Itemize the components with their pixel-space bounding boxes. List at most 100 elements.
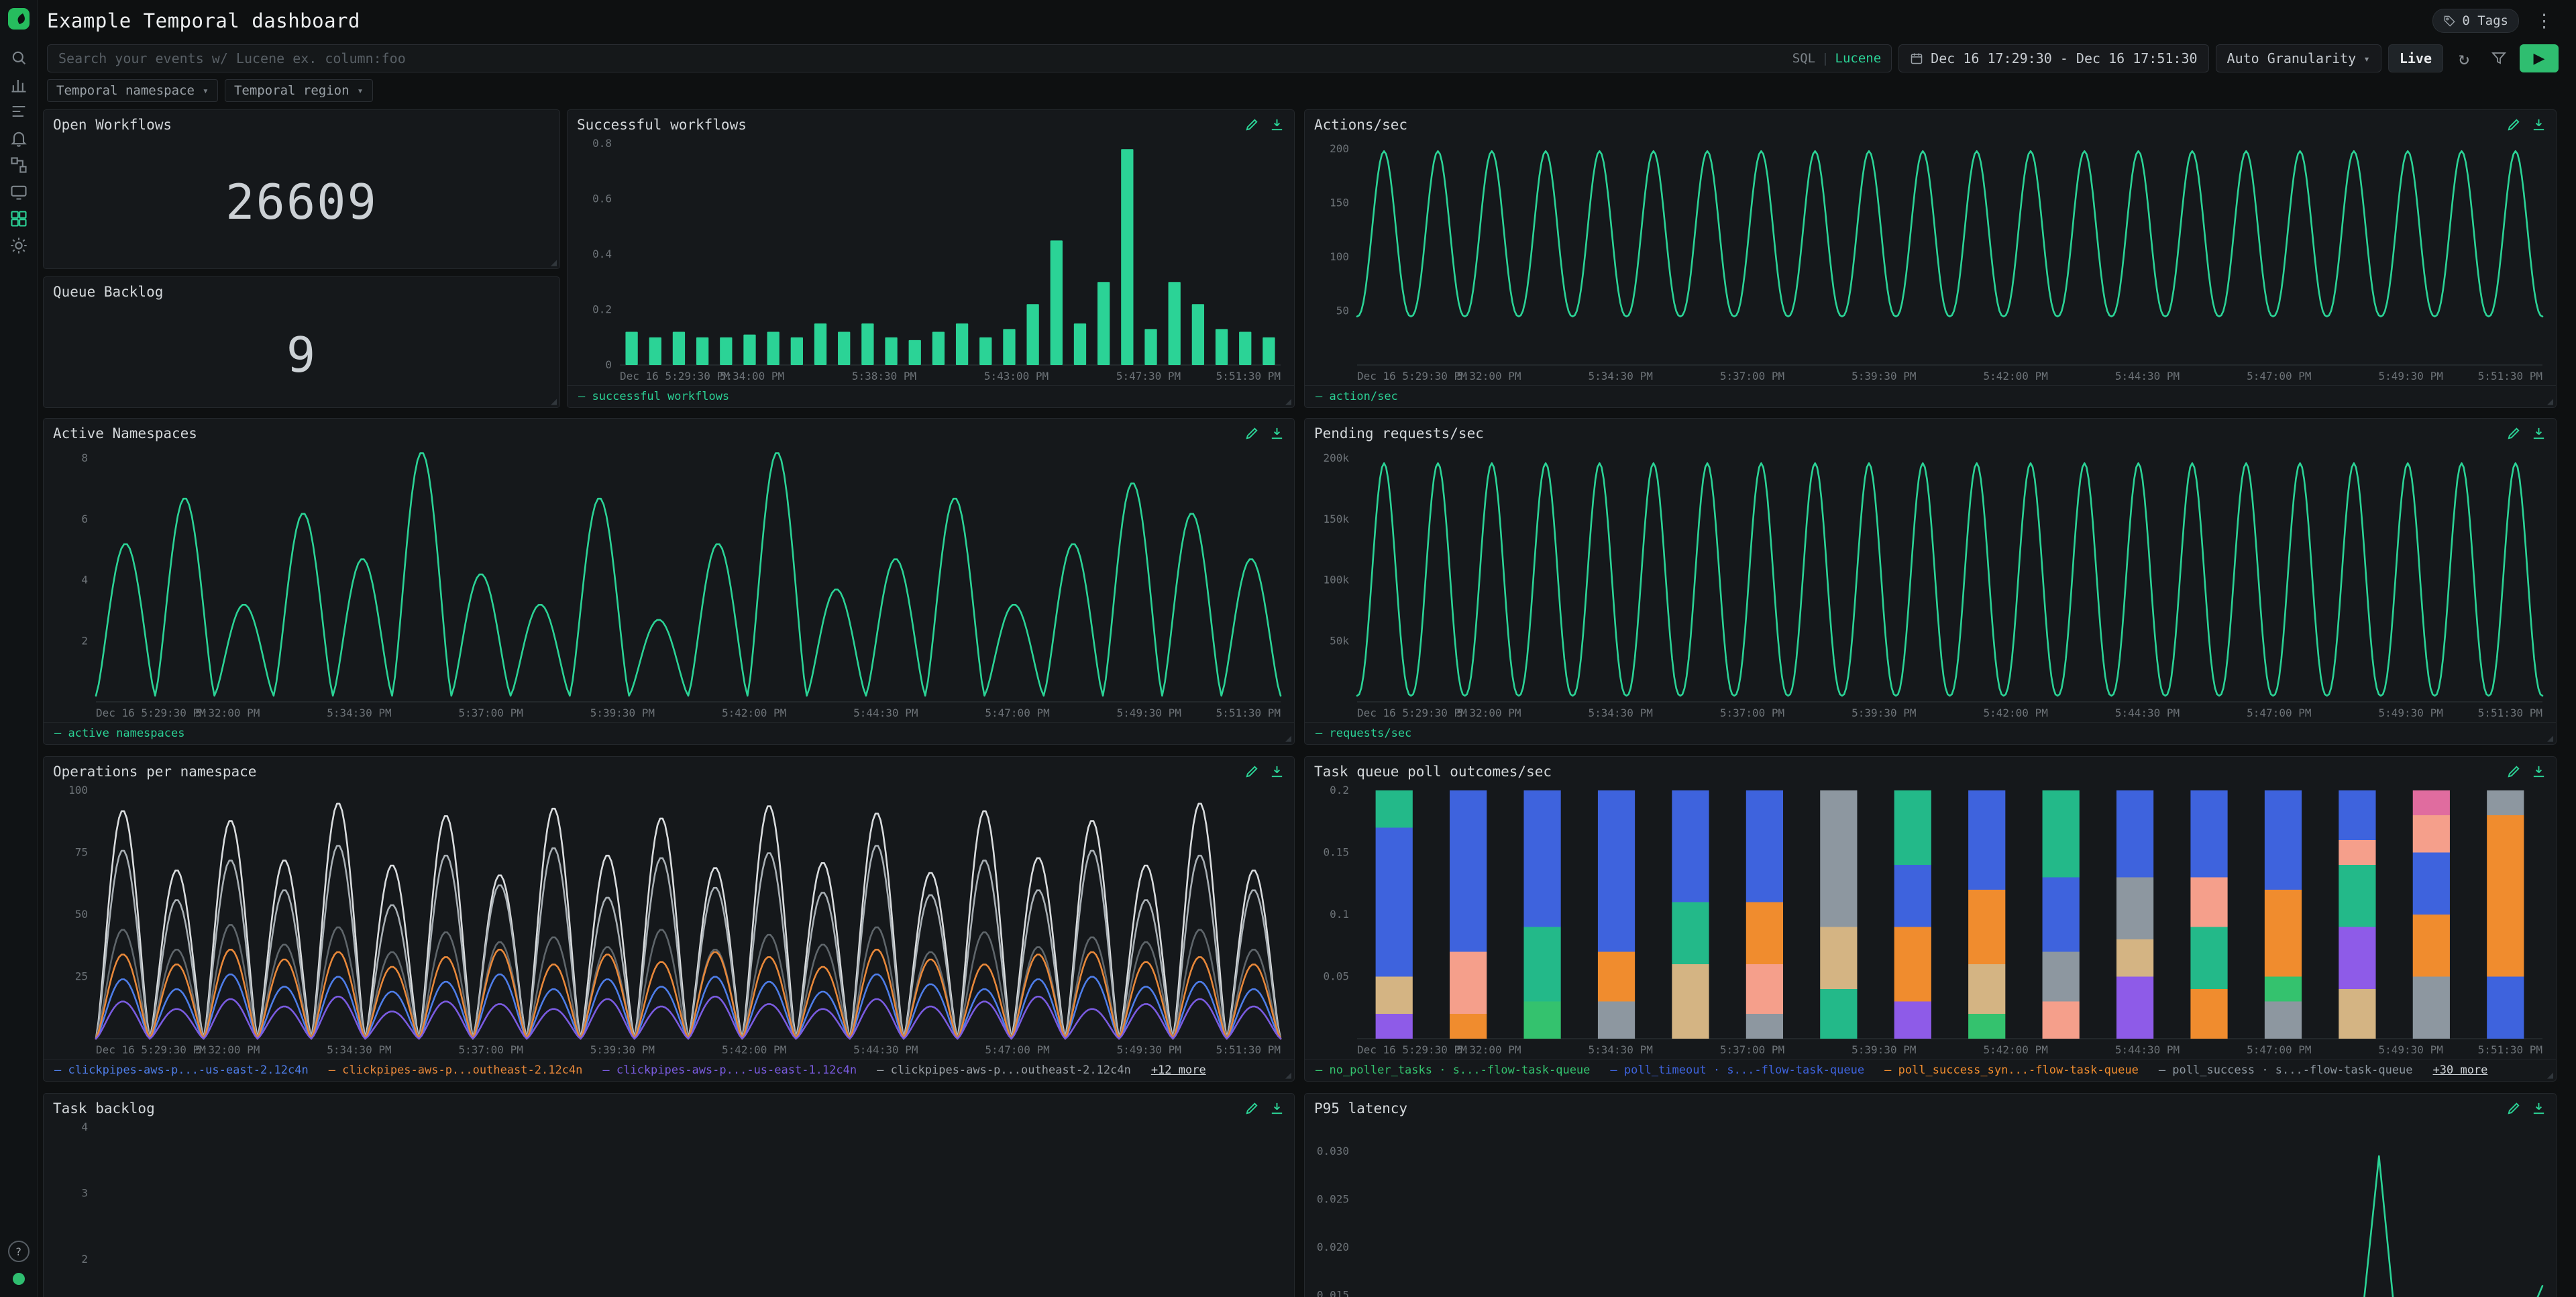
svg-text:5:32:00 PM: 5:32:00 PM bbox=[195, 707, 260, 719]
chart-canvas[interactable]: 50k100k150k200kDec 16 5:29:30 PM5:32:00 … bbox=[1307, 444, 2553, 722]
filter-temporal-namespace[interactable]: Temporal namespace ▾ bbox=[47, 79, 218, 102]
svg-text:5:34:30 PM: 5:34:30 PM bbox=[327, 707, 391, 719]
filter-button[interactable] bbox=[2485, 44, 2513, 72]
chart-canvas[interactable]: 2468Dec 16 5:29:30 PM5:32:00 PM5:34:30 P… bbox=[46, 444, 1291, 722]
svg-text:5:34:30 PM: 5:34:30 PM bbox=[327, 1043, 391, 1056]
legend-item[interactable]: — clickpipes-aws-p...-us-east-2.12c4n bbox=[54, 1063, 309, 1077]
export-chart-icon[interactable] bbox=[1269, 1100, 1285, 1116]
chart-canvas[interactable]: 50100150200Dec 16 5:29:30 PM5:32:00 PM5:… bbox=[1307, 136, 2553, 385]
legend-item[interactable]: — no_poller_tasks · s...-flow-task-queue bbox=[1316, 1063, 1590, 1077]
resize-handle[interactable]: ◢ bbox=[1285, 733, 1291, 743]
live-button[interactable]: Live bbox=[2388, 44, 2443, 72]
chart-canvas[interactable]: 0.050.10.150.2Dec 16 5:29:30 PM5:32:00 P… bbox=[1307, 782, 2553, 1059]
svg-text:100: 100 bbox=[1330, 250, 1349, 263]
svg-text:5:34:00 PM: 5:34:00 PM bbox=[720, 370, 784, 382]
svg-text:Dec 16 5:29:30 PM: Dec 16 5:29:30 PM bbox=[96, 1043, 206, 1056]
export-chart-icon[interactable] bbox=[2531, 117, 2546, 132]
svg-text:5:44:30 PM: 5:44:30 PM bbox=[853, 1043, 918, 1056]
search-input[interactable] bbox=[47, 44, 1892, 72]
edit-chart-icon[interactable] bbox=[1244, 117, 1260, 132]
granularity-select[interactable]: Auto Granularity ▾ bbox=[2216, 44, 2381, 72]
sidebar-item-alerts[interactable] bbox=[6, 126, 32, 150]
export-chart-icon[interactable] bbox=[2531, 425, 2546, 441]
resize-handle[interactable]: ◢ bbox=[2547, 397, 2553, 407]
export-chart-icon[interactable] bbox=[1269, 117, 1285, 132]
export-chart-icon[interactable] bbox=[1269, 764, 1285, 779]
lucene-language-option[interactable]: Lucene bbox=[1835, 51, 1882, 66]
filter-temporal-region[interactable]: Temporal region ▾ bbox=[225, 79, 373, 102]
sidebar-item-search[interactable] bbox=[6, 46, 32, 70]
resize-handle[interactable]: ◢ bbox=[551, 397, 557, 407]
app-logo[interactable] bbox=[7, 7, 31, 31]
panel-title: Actions/sec bbox=[1314, 117, 1407, 133]
tags-button[interactable]: 0 Tags bbox=[2432, 9, 2519, 33]
sidebar-item-settings[interactable] bbox=[6, 234, 32, 258]
legend-item[interactable]: — poll_success_syn...-flow-task-queue bbox=[1884, 1063, 2139, 1077]
resize-handle[interactable]: ◢ bbox=[2547, 1070, 2553, 1080]
svg-text:0.15: 0.15 bbox=[1323, 846, 1349, 859]
panel-title: Task backlog bbox=[53, 1100, 155, 1117]
legend-item[interactable]: — clickpipes-aws-p...outheast-2.12c4n bbox=[877, 1063, 1131, 1077]
edit-chart-icon[interactable] bbox=[1244, 425, 1260, 441]
edit-chart-icon[interactable] bbox=[2506, 764, 2522, 779]
sidebar-item-dashboards[interactable] bbox=[6, 207, 32, 231]
export-chart-icon[interactable] bbox=[2531, 1100, 2546, 1116]
run-query-button[interactable]: ▶ bbox=[2520, 44, 2559, 72]
edit-chart-icon[interactable] bbox=[2506, 1100, 2522, 1116]
edit-chart-icon[interactable] bbox=[2506, 117, 2522, 132]
chart-area: 0.0100.0150.0200.0250.030 bbox=[1307, 1119, 2553, 1297]
help-button[interactable]: ? bbox=[8, 1241, 30, 1262]
legend-item[interactable]: — clickpipes-aws-p...outheast-2.12c4n bbox=[329, 1063, 583, 1077]
resize-handle[interactable]: ◢ bbox=[1285, 397, 1291, 407]
panel-active-namespaces: Active Namespaces 2468Dec 16 5:29:30 PM5… bbox=[43, 418, 1295, 745]
edit-chart-icon[interactable] bbox=[2506, 425, 2522, 441]
time-range-label: Dec 16 17:29:30 - Dec 16 17:51:30 bbox=[1931, 50, 2197, 66]
svg-text:5:47:00 PM: 5:47:00 PM bbox=[985, 1043, 1049, 1056]
edit-chart-icon[interactable] bbox=[1244, 1100, 1260, 1116]
legend-more-link[interactable]: +12 more bbox=[1151, 1063, 1206, 1077]
resize-handle[interactable]: ◢ bbox=[551, 258, 557, 268]
sidebar-item-sessions[interactable] bbox=[6, 180, 32, 204]
svg-text:3: 3 bbox=[81, 1187, 88, 1200]
refresh-button[interactable]: ↻ bbox=[2450, 44, 2478, 72]
sql-language-option[interactable]: SQL bbox=[1792, 51, 1815, 66]
legend-item[interactable]: — poll_timeout · s...-flow-task-queue bbox=[1610, 1063, 1864, 1077]
svg-text:200k: 200k bbox=[1323, 452, 1349, 464]
query-language-toggle[interactable]: SQL | Lucene bbox=[1792, 51, 1881, 66]
resize-handle[interactable]: ◢ bbox=[2547, 733, 2553, 743]
chevron-down-icon: ▾ bbox=[2363, 52, 2370, 65]
legend-item[interactable]: — clickpipes-aws-p...-us-east-1.12c4n bbox=[602, 1063, 857, 1077]
legend-item[interactable]: — action/sec bbox=[1316, 390, 1398, 403]
export-chart-icon[interactable] bbox=[2531, 764, 2546, 779]
svg-text:5:39:30 PM: 5:39:30 PM bbox=[590, 1043, 655, 1056]
svg-text:5:42:00 PM: 5:42:00 PM bbox=[1984, 707, 2048, 719]
chart-canvas[interactable]: 0.0100.0150.0200.0250.030 bbox=[1307, 1119, 2553, 1297]
resize-handle[interactable]: ◢ bbox=[1285, 1070, 1291, 1080]
calendar-icon bbox=[1910, 52, 1923, 65]
sidebar-item-chart-explorer[interactable] bbox=[6, 72, 32, 97]
chevron-down-icon: ▾ bbox=[203, 85, 209, 97]
chart-canvas[interactable]: 00.20.40.60.8Dec 16 5:29:30 PM5:34:00 PM… bbox=[570, 136, 1291, 385]
chart-canvas[interactable]: 1234 bbox=[46, 1119, 1291, 1297]
legend-item[interactable]: — successful workflows bbox=[578, 390, 729, 403]
legend-item[interactable]: — requests/sec bbox=[1316, 727, 1411, 740]
edit-chart-icon[interactable] bbox=[1244, 764, 1260, 779]
legend-item[interactable]: — active namespaces bbox=[54, 727, 184, 740]
svg-text:5:42:00 PM: 5:42:00 PM bbox=[1984, 370, 2048, 382]
more-menu-button[interactable]: ⋮ bbox=[2530, 11, 2559, 32]
chart-legend: — action/sec bbox=[1305, 385, 2556, 407]
svg-text:0.025: 0.025 bbox=[1317, 1192, 1349, 1205]
legend-item[interactable]: — poll_success · s...-flow-task-queue bbox=[2159, 1063, 2413, 1077]
chart-area: 00.20.40.60.8Dec 16 5:29:30 PM5:34:00 PM… bbox=[570, 136, 1291, 385]
svg-text:25: 25 bbox=[75, 970, 88, 983]
avatar[interactable] bbox=[13, 1273, 25, 1285]
sidebar-item-service-map[interactable] bbox=[6, 153, 32, 177]
svg-text:5:42:00 PM: 5:42:00 PM bbox=[1984, 1043, 2048, 1056]
export-chart-icon[interactable] bbox=[1269, 425, 1285, 441]
chart-canvas[interactable]: 255075100Dec 16 5:29:30 PM5:32:00 PM5:34… bbox=[46, 782, 1291, 1059]
time-range-picker[interactable]: Dec 16 17:29:30 - Dec 16 17:51:30 bbox=[1898, 44, 2208, 72]
svg-text:0.020: 0.020 bbox=[1317, 1241, 1349, 1253]
legend-more-link[interactable]: +30 more bbox=[2433, 1063, 2488, 1077]
sidebar: ? bbox=[0, 0, 38, 1297]
sidebar-item-traces[interactable] bbox=[6, 99, 32, 123]
